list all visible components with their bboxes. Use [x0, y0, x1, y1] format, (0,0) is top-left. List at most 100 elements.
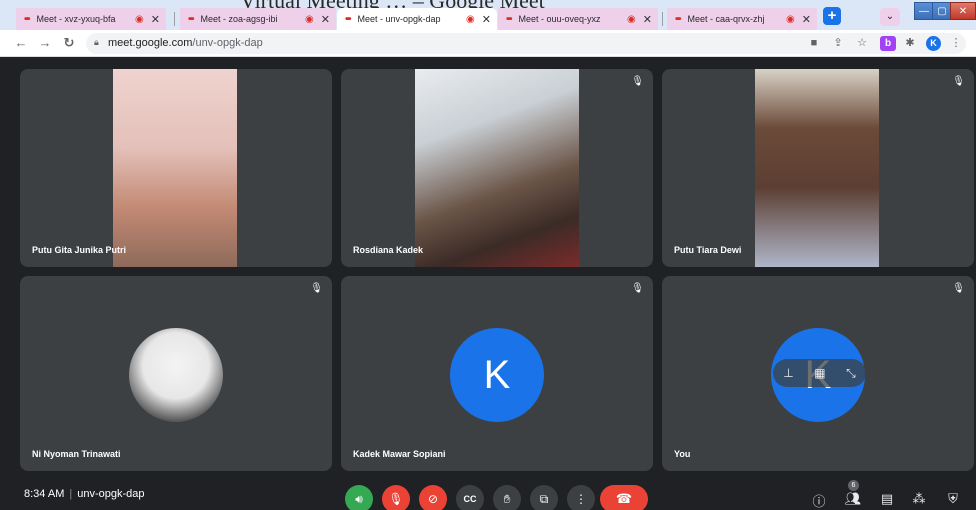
- self-tile-controls: ⊥ ▦ ⤡: [773, 359, 866, 387]
- share-icon[interactable]: ⇪: [830, 36, 846, 51]
- tab-title: Meet - caa-qrvx-zhj: [687, 14, 765, 24]
- captions-button[interactable]: CC: [456, 485, 484, 510]
- minimize-button[interactable]: —: [914, 2, 934, 20]
- mic-off-icon: 🎙︎: [631, 283, 644, 294]
- meeting-controls-bar: 8:34 AM | unv-opgk-dap 🔊︎ 🎙︎ ⊘ CC ✋︎ ⧉ ⋮ ☎…: [0, 473, 976, 510]
- camera-off-icon: ⊘: [427, 492, 439, 506]
- leave-call-button[interactable]: ☎︎: [600, 485, 648, 510]
- meeting-code: unv-opgk-dap: [77, 488, 145, 500]
- raise-hand-button[interactable]: ✋︎: [493, 485, 521, 510]
- extensions-puzzle-icon[interactable]: ✱: [902, 36, 918, 51]
- participant-tile[interactable]: Putu Gita Junika Putri: [20, 69, 332, 267]
- recording-icon: ◉: [135, 13, 144, 25]
- participant-tile[interactable]: 🎙︎ Putu Tiara Dewi: [662, 69, 974, 267]
- meeting-info: 8:34 AM | unv-opgk-dap: [24, 488, 145, 500]
- participant-tile[interactable]: 🎙︎ Ni Nyoman Trinawati: [20, 276, 332, 471]
- tab-4[interactable]: ••• Meet - ouu-oveq-yxz ◉ ✕: [498, 8, 658, 30]
- people-icon[interactable]: 👥︎: [844, 491, 862, 507]
- mic-off-icon: 🎙︎: [310, 283, 323, 294]
- profile-avatar[interactable]: K: [926, 36, 941, 51]
- mic-off-icon: 🎙︎: [388, 492, 404, 506]
- participant-count-badge: 6: [848, 480, 859, 491]
- forward-button[interactable]: →: [36, 34, 54, 52]
- reload-button[interactable]: ↻: [60, 34, 78, 52]
- close-icon[interactable]: ✕: [643, 13, 652, 26]
- participant-video: [113, 69, 237, 267]
- address-bar: ← → ↻ 🔒︎ meet.google.com/unv-opgk-dap ■ …: [0, 30, 976, 57]
- recording-icon: ◉: [786, 13, 795, 25]
- minimize-tile-icon[interactable]: ⤡: [846, 366, 856, 381]
- meet-icon: •••: [675, 13, 681, 25]
- more-vert-icon: ⋮: [575, 492, 587, 506]
- camera-button[interactable]: ⊘: [419, 485, 447, 510]
- tab-title: Meet - unv-opgk-dap: [357, 14, 441, 24]
- participant-name: Putu Gita Junika Putri: [32, 245, 127, 255]
- recording-icon: ◉: [466, 13, 475, 25]
- volume-icon: 🔊︎: [355, 491, 363, 506]
- meet-icon: •••: [506, 13, 512, 25]
- url-domain: meet.google.com: [108, 37, 193, 49]
- tab-search-button[interactable]: ⌄: [880, 8, 900, 26]
- omnibox[interactable]: 🔒︎ meet.google.com/unv-opgk-dap ■ ⇪ ☆ b …: [86, 33, 966, 54]
- close-icon[interactable]: ✕: [151, 13, 160, 26]
- tab-1[interactable]: ••• Meet - xvz-yxuq-bfa ◉ ✕: [16, 8, 166, 30]
- back-button[interactable]: ←: [12, 34, 30, 52]
- meet-icon: •••: [345, 13, 351, 25]
- bookmark-star-icon[interactable]: ☆: [854, 36, 870, 51]
- mic-off-icon: 🎙︎: [952, 76, 965, 87]
- close-icon[interactable]: ✕: [482, 13, 491, 26]
- participant-name: Rosdiana Kadek: [353, 245, 424, 255]
- meeting-details-icon[interactable]: ⓘ: [810, 491, 828, 510]
- chat-icon[interactable]: ▤: [878, 491, 896, 507]
- more-options-button[interactable]: ⋮: [567, 485, 595, 510]
- participant-video: [415, 69, 579, 267]
- video-grid: Putu Gita Junika Putri 🎙︎ Rosdiana Kadek…: [0, 58, 976, 473]
- participant-name: Kadek Mawar Sopiani: [353, 449, 446, 459]
- mic-off-icon: 🎙︎: [952, 283, 965, 294]
- close-icon[interactable]: ✕: [321, 13, 330, 26]
- speaker-button[interactable]: 🔊︎: [345, 485, 373, 510]
- participant-tile[interactable]: K 🎙︎ Kadek Mawar Sopiani: [341, 276, 653, 471]
- new-tab-button[interactable]: +: [823, 7, 841, 25]
- participant-tile[interactable]: 🎙︎ Rosdiana Kadek: [341, 69, 653, 267]
- participant-name: Putu Tiara Dewi: [674, 245, 742, 255]
- hang-up-icon: ☎︎: [615, 491, 633, 506]
- current-time: 8:34 AM: [24, 488, 65, 500]
- meet-icon: •••: [188, 13, 194, 25]
- url-text[interactable]: meet.google.com/unv-opgk-dap: [108, 37, 263, 49]
- recording-icon: ◉: [627, 13, 636, 25]
- tab-title: Meet - ouu-oveq-yxz: [518, 14, 601, 24]
- host-controls-icon[interactable]: ⛨: [944, 491, 962, 507]
- recording-icon: ◉: [305, 13, 314, 25]
- browser-menu-icon[interactable]: ⋮: [948, 36, 964, 51]
- present-button[interactable]: ⧉: [530, 485, 558, 510]
- tab-separator: [662, 12, 663, 26]
- close-window-button[interactable]: ✕: [950, 2, 976, 20]
- activities-icon[interactable]: ⁂: [910, 491, 928, 507]
- tab-5[interactable]: ••• Meet - caa-qrvx-zhj ◉ ✕: [667, 8, 817, 30]
- tab-separator: [174, 12, 175, 26]
- tab-title: Meet - xvz-yxuq-bfa: [36, 14, 116, 24]
- separator: |: [69, 488, 73, 500]
- participant-photo-avatar: [129, 328, 223, 422]
- tab-title: Meet - zoa-agsg-ibi: [200, 14, 278, 24]
- meet-icon: •••: [24, 13, 30, 25]
- microphone-button[interactable]: 🎙︎: [382, 485, 410, 510]
- participant-video: [755, 69, 879, 267]
- url-path: /unv-opgk-dap: [192, 37, 263, 49]
- mic-off-icon: 🎙︎: [631, 76, 644, 87]
- hand-icon: ✋︎: [503, 491, 511, 506]
- tab-2[interactable]: ••• Meet - zoa-agsg-ibi ◉ ✕: [180, 8, 336, 30]
- captions-icon: CC: [463, 494, 477, 504]
- extension-b-icon[interactable]: b: [880, 36, 896, 51]
- participant-initial-avatar: K: [450, 328, 544, 422]
- pin-icon[interactable]: ⊥: [783, 366, 793, 380]
- participant-name: Ni Nyoman Trinawati: [32, 449, 121, 459]
- present-icon: ⧉: [539, 491, 549, 506]
- tab-3[interactable]: ••• Meet - unv-opgk-dap ◉ ✕: [337, 8, 497, 30]
- close-icon[interactable]: ✕: [802, 13, 811, 26]
- camera-in-use-icon[interactable]: ■: [806, 36, 822, 51]
- layout-icon[interactable]: ▦: [814, 366, 825, 380]
- lock-icon[interactable]: 🔒︎: [94, 37, 99, 48]
- maximize-button[interactable]: ▢: [932, 2, 952, 20]
